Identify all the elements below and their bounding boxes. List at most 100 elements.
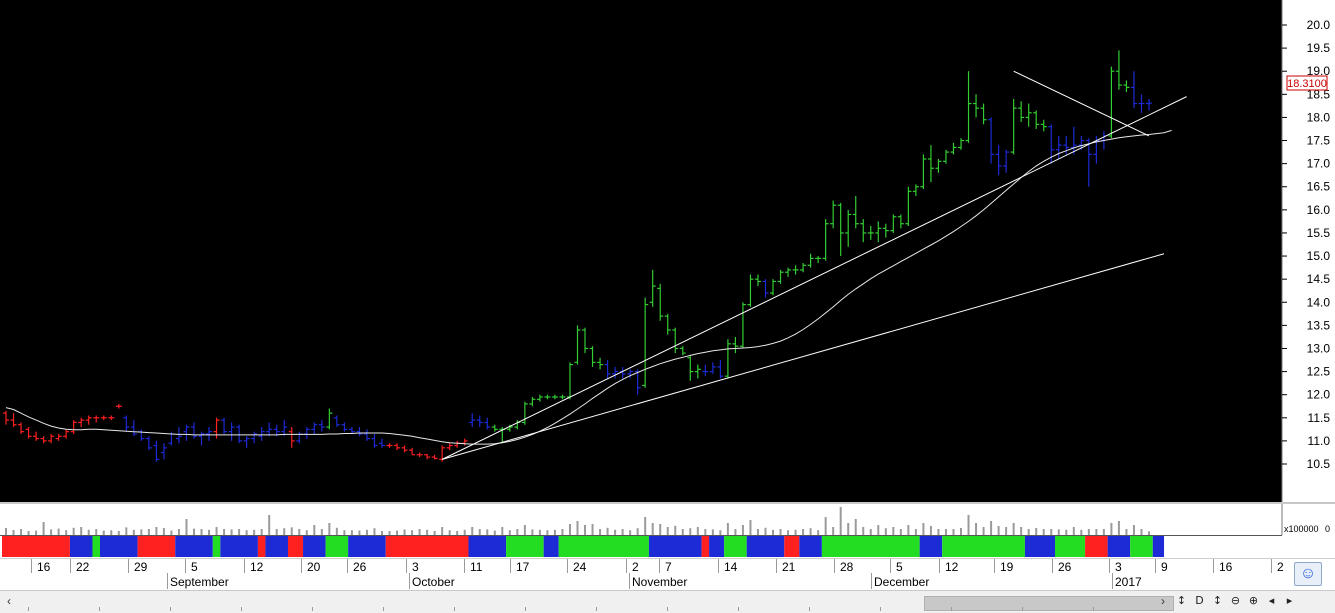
- strip-segments: [0, 535, 1282, 557]
- scroll-tick: [99, 607, 100, 611]
- day-tick: [510, 559, 511, 573]
- day-tick: [1109, 559, 1110, 573]
- scroll-thumb[interactable]: [924, 596, 1174, 611]
- volume-bar: [523, 525, 526, 535]
- volume-bar: [125, 527, 128, 535]
- price-tick-label: 12.5: [1307, 365, 1331, 379]
- smiley-icon[interactable]: ☺: [1294, 562, 1322, 586]
- volume-bar: [1072, 527, 1075, 535]
- day-tick: [464, 559, 465, 573]
- strip-segment: [701, 536, 710, 557]
- volume-bar: [591, 524, 594, 535]
- volume-bar: [726, 523, 729, 535]
- scroll-tick: [667, 607, 668, 611]
- strip-segment: [919, 536, 943, 557]
- scroll-back-icon[interactable]: ◂: [1264, 592, 1279, 610]
- day-label: 26: [1058, 560, 1072, 574]
- volume-bar: [922, 523, 925, 535]
- volume-bar: [644, 517, 647, 535]
- volume-bar: [5, 528, 7, 535]
- day-tick: [1155, 559, 1156, 573]
- price-tick-label: 10.5: [1307, 457, 1331, 471]
- price-tick-label: 11.5: [1308, 411, 1331, 425]
- month-tick: [871, 573, 872, 589]
- volume-bar: [824, 517, 827, 535]
- volume-bar: [862, 527, 865, 535]
- volume-bar: [335, 527, 338, 535]
- volume-bar: [659, 524, 662, 535]
- volume-bar: [568, 524, 571, 535]
- strip-segment: [558, 536, 649, 557]
- day-tick: [1052, 559, 1053, 573]
- volume-bar: [1005, 527, 1008, 535]
- strip-segment: [468, 536, 507, 557]
- vertical-scale-icon[interactable]: ↕: [1210, 592, 1225, 610]
- month-label: December: [874, 575, 930, 589]
- day-tick: [994, 559, 995, 573]
- volume-unit-label: x100000: [1284, 524, 1319, 534]
- volume-bar: [839, 507, 842, 535]
- scroll-tick: [312, 607, 313, 611]
- volume-bar: [990, 521, 993, 535]
- scroll-track[interactable]: [18, 594, 1174, 611]
- scroll-tick: [170, 607, 171, 611]
- volume-bar: [1020, 527, 1023, 535]
- volume-bar: [313, 525, 316, 535]
- strip-segment: [799, 536, 822, 557]
- volume-bar: [606, 527, 609, 535]
- volume-bar: [441, 527, 444, 535]
- day-label: 14: [724, 560, 738, 574]
- month-tick: [167, 573, 168, 589]
- chart-toolbar: ↕ D ↕ ⊖ ⊕ ◂ ▸: [1174, 592, 1297, 610]
- month-label: October: [412, 575, 455, 589]
- strip-segment: [92, 536, 100, 557]
- scroll-forward-icon[interactable]: ▸: [1282, 592, 1297, 610]
- scroll-tick: [880, 607, 881, 611]
- day-tick: [244, 559, 245, 573]
- price-chart[interactable]: 20.019.519.018.518.017.517.016.516.015.5…: [0, 0, 1335, 502]
- volume-bar: [666, 527, 669, 535]
- bottom-scrollbar: ‹ › ↕ D ↕ ⊖ ⊕ ◂ ▸: [0, 590, 1335, 613]
- volume-bar: [741, 525, 744, 535]
- day-label: 28: [840, 560, 854, 574]
- day-label: 20: [307, 560, 321, 574]
- scroll-tick: [1093, 607, 1094, 611]
- strip-segment: [1055, 536, 1086, 557]
- strip-segment: [303, 536, 326, 557]
- day-tick: [185, 559, 186, 573]
- day-tick: [939, 559, 940, 573]
- zoom-out-icon[interactable]: ⊖: [1228, 592, 1243, 610]
- strip-segment: [709, 536, 725, 557]
- price-tick-label: 14.5: [1307, 272, 1331, 286]
- volume-bar: [290, 527, 293, 535]
- strip-segment: [1024, 536, 1056, 557]
- day-label: 2: [632, 560, 639, 574]
- strip-segment: [942, 536, 1025, 557]
- price-tick-label: 15.5: [1307, 226, 1331, 240]
- day-label: 3: [1115, 560, 1122, 574]
- price-tick-label: 15.0: [1307, 249, 1331, 263]
- volume-bar: [997, 526, 1000, 535]
- price-tick-label: 11.0: [1308, 434, 1331, 448]
- volume-bar: [674, 525, 677, 535]
- scroll-left-button[interactable]: ‹: [2, 593, 16, 609]
- day-label: 5: [191, 560, 198, 574]
- volume-bar: [832, 527, 835, 535]
- day-label: 19: [1000, 560, 1014, 574]
- scroll-tick: [596, 607, 597, 611]
- period-daily-button[interactable]: D: [1192, 592, 1207, 610]
- zoom-in-icon[interactable]: ⊕: [1246, 592, 1261, 610]
- scroll-right-button[interactable]: ›: [1156, 593, 1170, 609]
- volume-bar: [847, 523, 850, 535]
- scale-icon[interactable]: ↕: [1174, 592, 1189, 610]
- volume-bar: [967, 515, 970, 535]
- strip-segment: [69, 536, 93, 557]
- chart-panel: 20.0 19.5 19.0 18.5 18.0 17.5 17.0 16.5 16.0 15.5…: [0, 0, 1335, 504]
- day-label: 22: [76, 560, 90, 574]
- day-tick: [31, 559, 32, 573]
- price-tick-label: 16.0: [1307, 203, 1331, 217]
- volume-bar: [884, 528, 887, 535]
- volume-bar: [636, 528, 639, 535]
- volume-bar: [907, 525, 910, 535]
- volume-bar: [764, 527, 767, 535]
